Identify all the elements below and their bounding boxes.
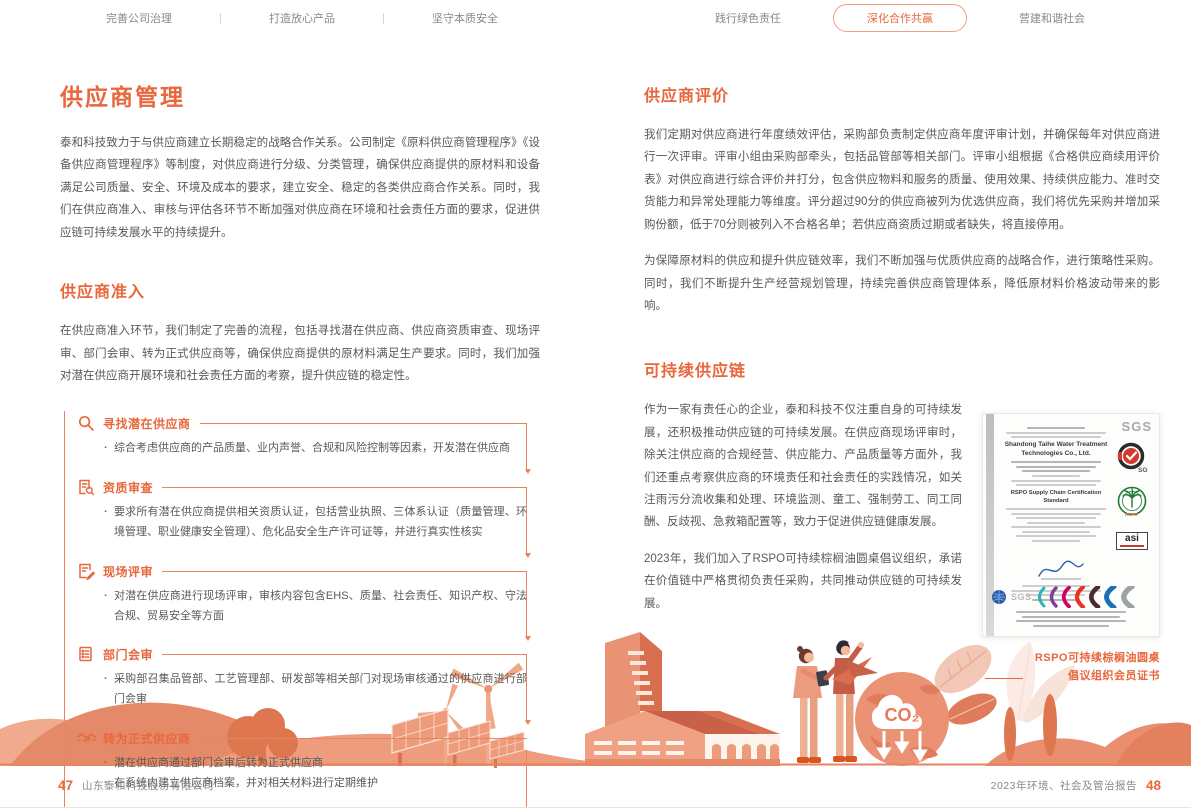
flow-connector-line — [526, 571, 527, 640]
certificate-standard-title: RSPO Supply Chain Certification Standard — [1003, 490, 1109, 505]
flow-connector-arrow — [525, 469, 531, 477]
section-heading-sustainable: 可持续供应链 — [644, 357, 1160, 381]
document-pen-icon — [77, 562, 96, 581]
flow-step-site-audit: 现场评审 对潜在供应商进行现场评审，审核内容包含EHS、质量、社会责任、知识产权… — [77, 562, 527, 627]
flow-connector-arrow — [525, 553, 531, 561]
flow-step-department-review: 部门会审 采购部召集品管部、工艺管理部、研发部等相关部门对现场审核通过的供应商进… — [77, 645, 527, 710]
section-heading-evaluation: 供应商评价 — [644, 82, 1160, 106]
flow-rule — [162, 571, 527, 572]
flow-bullet: 综合考虑供应商的产品质量、业内声誉、合规和风险控制等因素，开发潜在供应商 — [104, 439, 527, 459]
flow-rule — [200, 423, 527, 424]
page-title: 供应商管理 — [60, 78, 540, 112]
svg-text:SGS: SGS — [1138, 467, 1148, 474]
page-footer: 47 山东泰和科技股份有限公司 2023年环境、社会及管治报告 48 — [0, 769, 1191, 807]
flow-step-title: 资质审查 — [103, 479, 153, 496]
caption-line-2: 倡议组织会员证书 — [1068, 670, 1160, 682]
flow-bullet: 要求所有潜在供应商提供相关资质认证，包括营业执照、三体系认证（质量管理、环境管理… — [104, 503, 527, 543]
flow-bullet: 采购部召集品管部、工艺管理部、研发部等相关部门对现场审核通过的供应商进行部门会审 — [104, 670, 527, 710]
handshake-icon — [77, 729, 96, 748]
flow-connector-line — [526, 423, 527, 472]
page-number-right: 48 — [1146, 778, 1161, 793]
caption-rule — [985, 678, 1023, 679]
evaluation-paragraph-1: 我们定期对供应商进行年度绩效评估，采购部负责制定供应商年度评审计划，并确保每年对… — [644, 124, 1160, 236]
flow-step-qualification-review: 资质审查 要求所有潜在供应商提供相关资质认证，包括营业执照、三体系认证（质量管理… — [77, 478, 527, 543]
sustainable-text: 作为一家有责任心的企业，泰和科技不仅注重自身的可持续发展，还积极推动供应链的可持… — [644, 399, 962, 685]
flow-rule — [162, 487, 527, 488]
certificate-logos: SGS — [1111, 442, 1153, 550]
flow-rule — [200, 738, 527, 739]
flow-connector-line — [526, 487, 527, 556]
nav-divider — [220, 13, 221, 24]
flow-connector-arrow — [525, 636, 531, 644]
top-nav: 完善公司治理 打造放心产品 坚守本质安全 践行绿色责任 深化合作共赢 营建和谐社… — [0, 0, 1191, 36]
colored-birds — [1036, 586, 1140, 608]
sgs-wordmark: SGS — [1122, 419, 1152, 434]
nav-item-society[interactable]: 营建和谐社会 — [1019, 10, 1085, 26]
certificate-body: Shandong Taihe Water Treatment Technolog… — [1003, 424, 1109, 544]
nav-divider — [383, 13, 384, 24]
caption-line-1: RSPO可持续棕榈油圆桌 — [1035, 652, 1160, 664]
footer-company-name: 山东泰和科技股份有限公司 — [82, 778, 214, 793]
sgs-gray-wordmark: SGS — [1011, 592, 1032, 602]
evaluation-paragraph-2: 为保障原材料的供应和提升供应链效率，我们不断加强与优质供应商的战略合作，进行策略… — [644, 250, 1160, 317]
certificate-caption: RSPO可持续棕榈油圆桌 倡议组织会员证书 — [985, 650, 1160, 685]
flow-bullet: 对潜在供应商进行现场评审，审核内容包含EHS、质量、社会责任、知识产权、守法合规… — [104, 587, 527, 627]
nav-item-governance[interactable]: 完善公司治理 — [106, 10, 172, 26]
document-search-icon — [77, 478, 96, 497]
intro-paragraph: 泰和科技致力于与供应商建立长期稳定的战略合作关系。公司制定《原料供应商管理程序》… — [60, 132, 540, 244]
flow-step-find-suppliers: 寻找潜在供应商 综合考虑供应商的产品质量、业内声誉、合规和风险控制等因素，开发潜… — [77, 414, 527, 459]
footer-report-title: 2023年环境、社会及管治报告 — [991, 778, 1137, 793]
flow-connector-arrow — [525, 720, 531, 728]
svg-text:RSPO: RSPO — [1125, 512, 1138, 517]
section-heading-admission: 供应商准入 — [60, 278, 540, 302]
flow-step-title: 寻找潜在供应商 — [103, 415, 191, 432]
admission-paragraph: 在供应商准入环节，我们制定了完善的流程，包括寻找潜在供应商、供应商资质审查、现场… — [60, 320, 540, 387]
sustainable-paragraph-1: 作为一家有责任心的企业，泰和科技不仅注重自身的可持续发展，还积极推动供应链的可持… — [644, 399, 962, 534]
certificate-footnote-lines — [1013, 608, 1129, 629]
certificate-company-name: Shandong Taihe Water Treatment Technolog… — [1003, 441, 1109, 459]
nav-item-safety[interactable]: 坚守本质安全 — [432, 10, 498, 26]
report-page: 完善公司治理 打造放心产品 坚守本质安全 践行绿色责任 深化合作共赢 营建和谐社… — [0, 0, 1191, 808]
flow-step-title: 转为正式供应商 — [103, 730, 191, 747]
page-number-left: 47 — [58, 778, 73, 793]
sgs-check-logo: SGS — [1116, 442, 1148, 479]
flow-connector-line — [526, 654, 527, 723]
supplier-admission-flowchart: 寻找潜在供应商 综合考虑供应商的产品质量、业内声誉、合规和风险控制等因素，开发潜… — [64, 411, 527, 808]
nav-item-cooperation-active[interactable]: 深化合作共赢 — [833, 4, 967, 32]
flow-rule — [162, 654, 527, 655]
asi-accredited-logo: asi — [1116, 532, 1148, 550]
sustainable-paragraph-2: 2023年，我们加入了RSPO可持续棕榈油圆桌倡议组织，承诺在价值链中严格贯彻负… — [644, 548, 962, 615]
nav-item-green[interactable]: 践行绿色责任 — [715, 10, 781, 26]
sgs-birds-strip: SGS — [991, 586, 1151, 608]
nav-item-products[interactable]: 打造放心产品 — [269, 10, 335, 26]
search-icon — [77, 414, 96, 433]
checklist-icon — [77, 645, 96, 664]
right-column: 供应商评价 我们定期对供应商进行年度绩效评估，采购部负责制定供应商年度评审计划，… — [644, 44, 1160, 808]
rspo-palm-logo: RSPO — [1117, 486, 1147, 525]
rspo-certificate-image: SGS Shandong Taihe Water Treatment Techn… — [982, 413, 1160, 637]
left-column: 供应商管理 泰和科技致力于与供应商建立长期稳定的战略合作关系。公司制定《原料供应… — [60, 44, 540, 808]
flow-step-title: 部门会审 — [103, 646, 153, 663]
globe-logo — [991, 589, 1007, 605]
content: 供应商管理 泰和科技致力于与供应商建立长期稳定的战略合作关系。公司制定《原料供应… — [60, 44, 1160, 808]
flow-step-title: 现场评审 — [103, 563, 153, 580]
